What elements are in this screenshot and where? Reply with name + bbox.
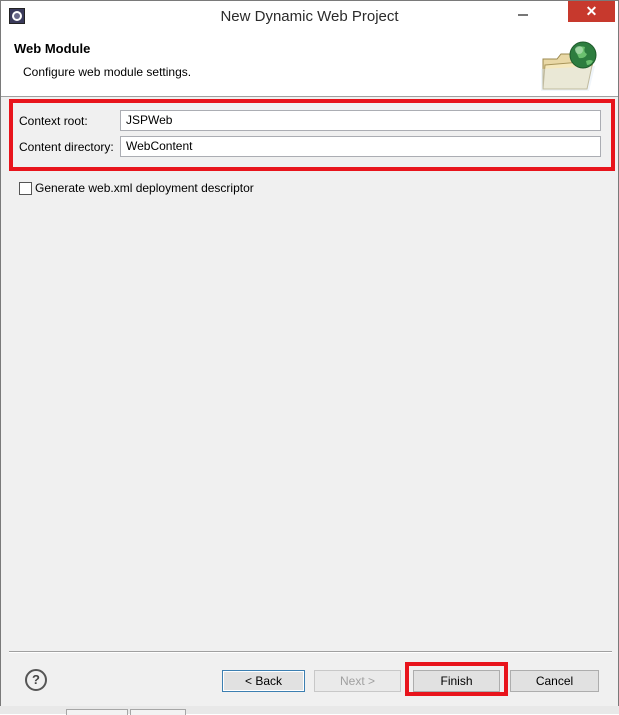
back-button[interactable]: < Back	[222, 670, 305, 692]
dialog-window: New Dynamic Web Project ✕ Web Module Con…	[0, 0, 619, 714]
cancel-button[interactable]: Cancel	[510, 670, 599, 692]
generate-descriptor-label[interactable]: Generate web.xml deployment descriptor	[35, 181, 254, 195]
context-root-input[interactable]: JSPWeb	[120, 110, 601, 131]
taskbar-tab	[66, 709, 128, 715]
close-button[interactable]: ✕	[568, 1, 615, 22]
page-description: Configure web module settings.	[23, 65, 192, 79]
content-directory-input[interactable]: WebContent	[120, 136, 601, 157]
taskbar-tab	[130, 709, 186, 715]
content-directory-label: Content directory:	[19, 140, 114, 154]
page-title: Web Module	[14, 41, 91, 56]
generate-descriptor-checkbox[interactable]	[19, 182, 32, 195]
footer-separator-highlight	[9, 652, 612, 653]
highlight-box-finish	[405, 662, 508, 696]
minimize-button[interactable]	[506, 1, 540, 23]
context-root-label: Context root:	[19, 114, 88, 128]
next-button[interactable]: Next >	[314, 670, 401, 692]
help-icon[interactable]: ?	[25, 669, 47, 691]
wizard-banner: Web Module Configure web module settings…	[1, 32, 618, 97]
web-folder-globe-icon	[541, 41, 597, 91]
title-bar[interactable]: New Dynamic Web Project ✕	[1, 1, 618, 32]
